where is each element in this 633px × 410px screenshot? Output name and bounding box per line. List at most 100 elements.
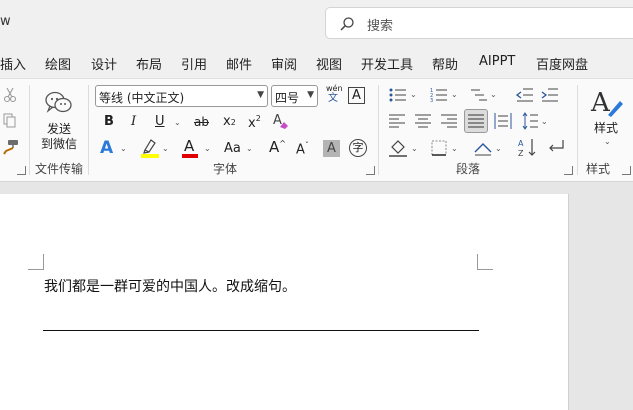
chevron-down-icon[interactable]: ⌄	[541, 117, 548, 126]
chevron-down-icon[interactable]: ⌄	[246, 144, 253, 153]
subscript-label: x	[223, 114, 231, 129]
chevron-down-icon[interactable]: ⌄	[411, 144, 418, 153]
char-border-button[interactable]: A	[348, 87, 365, 104]
chevron-down-icon: ▼	[307, 90, 314, 100]
font-size-combo[interactable]: 四号 ▼	[271, 85, 318, 107]
svg-text:A: A	[518, 139, 524, 148]
svg-text:Z: Z	[518, 149, 524, 157]
enclose-characters-button[interactable]: 字	[349, 139, 367, 157]
tab-references[interactable]: 引用	[181, 54, 207, 73]
phonetic-guide-top[interactable]: wén	[326, 85, 343, 93]
shrink-font-button[interactable]: Aˇ	[296, 141, 309, 158]
bold-button[interactable]: B	[104, 115, 114, 128]
phonetic-guide-icon[interactable]: 文	[328, 94, 338, 104]
justify-button[interactable]	[464, 109, 488, 133]
group-label-font: 字体	[213, 162, 238, 176]
document-text[interactable]: 我们都是一群可爱的中国人。改成缩句。	[44, 276, 296, 296]
shading-icon[interactable]	[389, 139, 407, 157]
align-right-icon[interactable]	[441, 114, 457, 128]
align-center-icon[interactable]	[415, 114, 431, 128]
show-paragraph-marks-icon[interactable]	[547, 139, 565, 155]
svg-text:A: A	[590, 88, 611, 118]
font-color-button[interactable]: A	[184, 139, 194, 154]
font-name-combo[interactable]: 等线 (中文正文) ▼	[95, 85, 268, 107]
tab-draw[interactable]: 绘图	[45, 54, 71, 73]
tab-mailings[interactable]: 邮件	[226, 54, 252, 73]
chevron-down-icon[interactable]: ⌄	[451, 90, 458, 99]
copy-icon[interactable]	[3, 113, 17, 129]
tab-insert[interactable]: 插入	[0, 54, 26, 73]
separator	[88, 85, 89, 175]
tab-help[interactable]: 帮助	[432, 54, 458, 73]
clipboard-launcher[interactable]	[17, 166, 26, 175]
tab-design[interactable]: 设计	[91, 54, 117, 73]
chevron-down-icon[interactable]: ⌄	[204, 144, 211, 153]
chevron-down-icon[interactable]: ⌄	[162, 144, 169, 153]
tab-aippt[interactable]: AIPPT	[479, 54, 515, 69]
crop-mark	[28, 254, 44, 270]
clear-formatting-button[interactable]: A	[273, 114, 288, 129]
text-effects-button[interactable]: A	[100, 140, 113, 157]
decrease-indent-icon[interactable]	[516, 87, 534, 103]
wechat-icon[interactable]	[44, 90, 74, 116]
tab-review[interactable]: 审阅	[271, 54, 297, 73]
format-painter-icon[interactable]	[2, 139, 20, 155]
group-label-paragraph: 段落	[456, 162, 481, 176]
strikethrough-button[interactable]: ab	[194, 116, 209, 128]
highlighter-icon[interactable]	[141, 138, 159, 158]
underline-button[interactable]: U	[155, 115, 165, 128]
search-label: 搜索	[367, 19, 394, 34]
grow-font-button[interactable]: A^	[269, 140, 286, 155]
italic-button[interactable]: I	[131, 115, 136, 128]
tab-layout[interactable]: 布局	[136, 54, 162, 73]
borders-icon[interactable]	[431, 140, 447, 156]
subscript-button[interactable]: x2	[223, 115, 236, 128]
increase-indent-icon[interactable]	[541, 87, 559, 103]
chevron-down-icon[interactable]: ⌄	[410, 90, 417, 99]
cut-icon[interactable]	[3, 87, 17, 103]
document-page[interactable]: 我们都是一群可爱的中国人。改成缩句。	[0, 194, 569, 410]
search-icon	[340, 17, 354, 31]
font-color-swatch	[182, 154, 198, 158]
line-spacing-icon[interactable]	[522, 112, 538, 130]
separator	[577, 85, 578, 175]
chevron-down-icon[interactable]: ⌄	[490, 90, 497, 99]
grow-font-label: A	[269, 138, 280, 156]
chevron-down-icon[interactable]: ⌄	[120, 144, 127, 153]
caret-up-icon: ^	[279, 139, 286, 148]
chevron-down-icon[interactable]: ⌄	[604, 137, 611, 146]
answer-line	[43, 330, 479, 331]
styles-launcher[interactable]	[622, 166, 631, 175]
svg-text:3: 3	[430, 98, 433, 103]
group-label-file-transfer: 文件传输	[35, 162, 84, 176]
paragraph-launcher[interactable]	[564, 166, 573, 175]
chevron-down-icon[interactable]: ⌄	[174, 118, 181, 127]
distributed-icon[interactable]	[494, 113, 512, 129]
superscript-button[interactable]: x2	[248, 114, 261, 131]
bullets-icon[interactable]	[389, 88, 407, 102]
tab-baidu-netdisk[interactable]: 百度网盘	[536, 54, 588, 73]
multilevel-list-icon[interactable]	[470, 87, 488, 103]
eraser-icon	[280, 122, 288, 129]
font-launcher[interactable]	[366, 166, 375, 175]
styles-button[interactable]: 样式	[594, 122, 618, 134]
chevron-down-icon[interactable]: ⌄	[495, 144, 502, 153]
styles-icon[interactable]: A	[590, 87, 624, 119]
send-to-wechat-button[interactable]: 发送 到微信	[40, 122, 78, 152]
search-box[interactable]: 搜索	[325, 7, 633, 39]
superscript-mark: 2	[255, 114, 261, 123]
chinese-layout-icon[interactable]	[473, 140, 493, 156]
sort-icon[interactable]: AZ	[518, 137, 538, 157]
chevron-down-icon[interactable]: ⌄	[451, 144, 458, 153]
tab-view[interactable]: 视图	[316, 54, 342, 73]
caret-down-icon: ˇ	[304, 141, 309, 150]
font-name-value: 等线 (中文正文)	[99, 91, 185, 105]
shrink-font-label: A	[296, 142, 305, 158]
numbering-icon[interactable]: 123	[430, 87, 448, 103]
change-case-button[interactable]: Aa	[224, 142, 241, 155]
char-shading-button[interactable]: A	[323, 140, 340, 157]
window-title: w	[0, 14, 11, 29]
crop-mark	[477, 254, 493, 270]
tab-developer[interactable]: 开发工具	[361, 54, 413, 73]
align-left-icon[interactable]	[389, 114, 405, 128]
